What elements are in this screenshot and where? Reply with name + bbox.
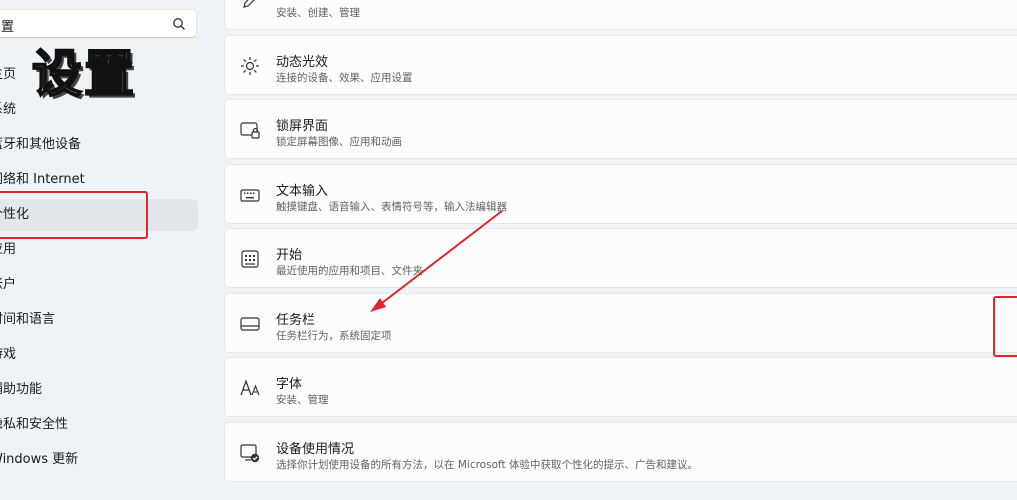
device-usage-icon: [240, 444, 260, 463]
dynamic-lighting-icon: [241, 57, 259, 75]
sidebar-item-bluetooth[interactable]: 蓝牙和其他设备: [0, 129, 198, 161]
card-desc: 安装、创建、管理: [276, 7, 360, 19]
sidebar-item-system[interactable]: 系统: [0, 94, 198, 126]
pen-icon: [243, 0, 255, 8]
keyboard-icon: [240, 189, 260, 202]
sidebar-item-home[interactable]: 主页: [0, 59, 198, 91]
settings-card-taskbar[interactable]: 任务栏 任务栏行为，系统固定项: [224, 293, 1017, 353]
sidebar-item-label: 辅助功能: [0, 382, 43, 397]
search-icon[interactable]: [172, 17, 186, 31]
settings-card-start[interactable]: 开始 最近使用的应用和项目、文件夹: [224, 228, 1017, 288]
sidebar-item-time-language[interactable]: 时间和语言: [0, 304, 198, 336]
sidebar-item-windows-update[interactable]: Windows 更新: [0, 444, 198, 476]
card-title: 设备使用情况: [276, 442, 355, 457]
annotation-highlight-box: [0, 191, 148, 239]
card-title: 任务栏: [276, 313, 316, 328]
card-desc: 任务栏行为，系统固定项: [276, 330, 392, 342]
sidebar-item-label: Windows 更新: [0, 452, 79, 467]
sidebar-item-label: 系统: [0, 102, 17, 117]
card-desc: 触摸键盘、语音输入、表情符号等，输入法编辑器: [276, 201, 507, 213]
sidebar-item-accessibility[interactable]: 辅助功能: [0, 374, 198, 406]
card-desc: 最近使用的应用和项目、文件夹: [276, 265, 423, 277]
settings-card-fonts[interactable]: 字体 安装、管理: [224, 357, 1017, 417]
fonts-icon: [240, 379, 260, 396]
card-title: 字体: [276, 377, 303, 392]
card-desc: 安装、管理: [276, 394, 329, 406]
settings-card-device-usage[interactable]: 设备使用情况 选择你计划使用设备的所有方法，以在 Microsoft 体验中获取…: [224, 422, 1017, 482]
settings-card-dynamic-lighting[interactable]: 动态光效 连接的设备、效果、应用设置: [224, 35, 1017, 95]
settings-card-lock-screen[interactable]: 锁屏界面 锁定屏幕图像、应用和动画: [224, 99, 1017, 159]
card-desc: 选择你计划使用设备的所有方法，以在 Microsoft 体验中获取个性化的提示、…: [276, 459, 698, 471]
lock-screen-icon: [240, 122, 260, 139]
sidebar-item-accounts[interactable]: 帐户: [0, 269, 198, 301]
settings-card-themes[interactable]: 安装、创建、管理: [224, 0, 1017, 30]
sidebar-item-label: 主页: [0, 67, 17, 82]
card-desc: 连接的设备、效果、应用设置: [276, 72, 413, 84]
sidebar-item-label: 帐户: [0, 277, 17, 292]
sidebar-item-gaming[interactable]: 游戏: [0, 339, 198, 371]
sidebar-item-privacy[interactable]: 隐私和安全性: [0, 409, 198, 441]
start-menu-icon: [241, 250, 259, 268]
search-input[interactable]: 置: [1, 16, 14, 35]
card-desc: 锁定屏幕图像、应用和动画: [276, 136, 402, 148]
settings-list: 安装、创建、管理 动态光效 连接的设备、效果、应用设置 锁屏界面 锁定屏幕图像、…: [224, 0, 1017, 500]
annotation-highlight-box-right: [993, 296, 1017, 357]
card-title: 动态光效: [276, 55, 329, 70]
sidebar-item-label: 隐私和安全性: [0, 417, 69, 432]
card-title: 开始: [276, 248, 303, 263]
taskbar-icon: [240, 317, 260, 331]
sidebar-item-label: 蓝牙和其他设备: [0, 137, 82, 152]
sidebar-item-label: 时间和语言: [0, 312, 56, 327]
settings-card-text-input[interactable]: 文本输入 触摸键盘、语音输入、表情符号等，输入法编辑器: [224, 164, 1017, 224]
sidebar: 置 设置 主页 系统 蓝牙和其他设备 网络和 Internet 个性化 应用 帐…: [0, 0, 222, 500]
card-title: 锁屏界面: [276, 119, 329, 134]
sidebar-item-label: 游戏: [0, 347, 17, 362]
card-title: 文本输入: [276, 184, 329, 199]
